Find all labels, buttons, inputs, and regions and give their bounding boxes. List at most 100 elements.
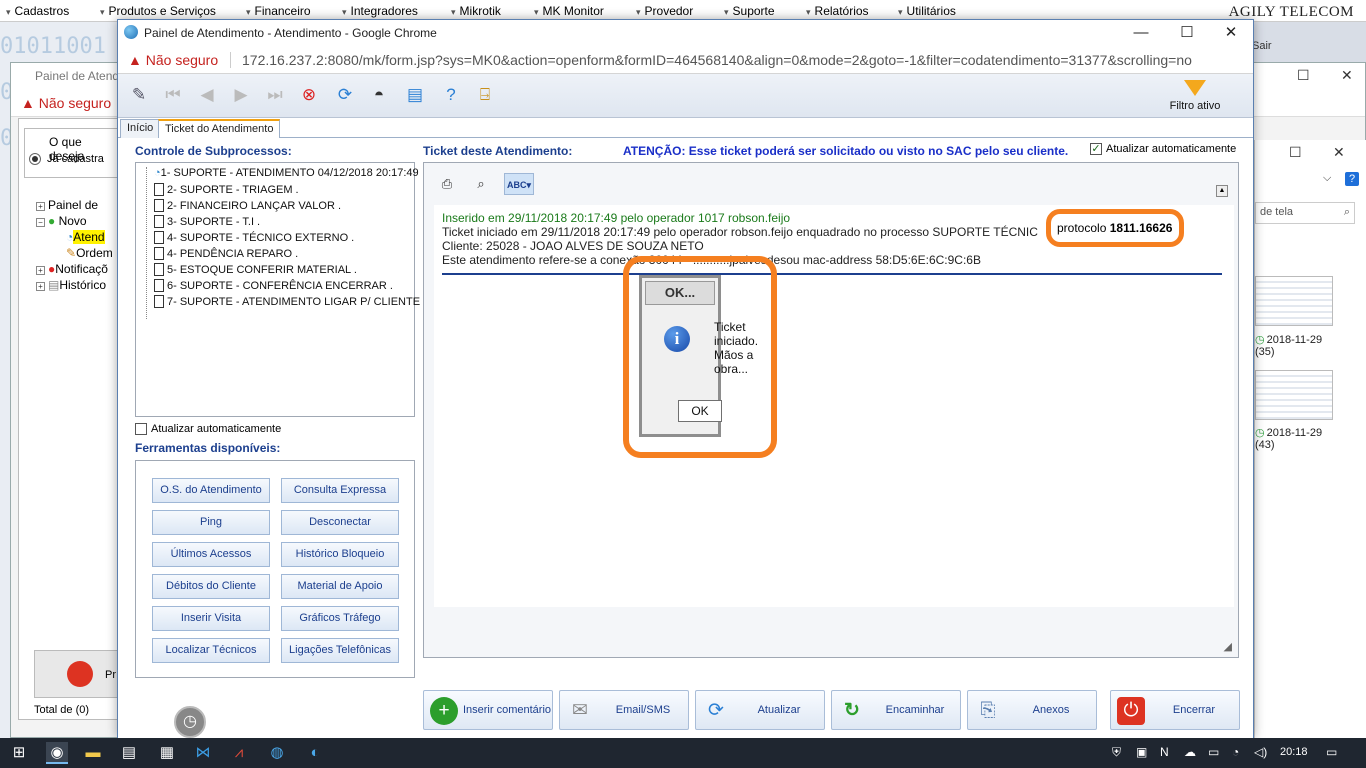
- calculator-icon[interactable]: ▦: [156, 742, 178, 764]
- atualizar-button[interactable]: ⟳ Atualizar: [695, 690, 825, 730]
- subprocess-item[interactable]: 3- SUPORTE - T.I .: [154, 215, 260, 228]
- app-icon[interactable]: ⩘: [228, 742, 250, 764]
- delete-icon[interactable]: ⊗: [296, 82, 322, 108]
- close-icon[interactable]: ✕: [1333, 144, 1345, 161]
- url-text[interactable]: 172.16.237.2:8080/mk/form.jsp?sys=MK0&ac…: [242, 52, 1192, 68]
- address-bar[interactable]: ▲ Não seguro 172.16.237.2:8080/mk/form.j…: [118, 46, 1253, 74]
- consulta-expressa-button[interactable]: Consulta Expressa: [281, 478, 399, 503]
- screenshot-thumbnail[interactable]: [1255, 276, 1333, 326]
- subprocess-item[interactable]: 5- ESTOQUE CONFERIR MATERIAL .: [154, 263, 357, 276]
- app-tray-icon[interactable]: N: [1160, 745, 1169, 759]
- ping-button[interactable]: Ping: [152, 510, 270, 535]
- collapse-icon[interactable]: −: [36, 218, 45, 227]
- minimize-icon[interactable]: —: [1118, 22, 1164, 44]
- maximize-icon[interactable]: ☐: [1164, 22, 1210, 44]
- auto-update-checkbox-left[interactable]: [135, 423, 147, 435]
- scroll-up-icon[interactable]: ▲: [1216, 185, 1228, 197]
- app-icon[interactable]: ◍: [266, 742, 288, 764]
- desconectar-button[interactable]: Desconectar: [281, 510, 399, 535]
- graficos-trafego-button[interactable]: Gráficos Tráfego: [281, 606, 399, 631]
- menu-mk-monitor[interactable]: MK Monitor: [534, 4, 604, 18]
- spy-hat-icon[interactable]: ◓: [366, 82, 392, 108]
- form-window-icon[interactable]: ▤: [402, 82, 428, 108]
- menu-cadastros[interactable]: Cadastros: [6, 4, 70, 18]
- print-icon[interactable]: ⎙: [436, 173, 458, 195]
- menu-mikrotik[interactable]: Mikrotik: [451, 4, 501, 18]
- screenshot-thumbnail[interactable]: [1255, 370, 1333, 420]
- material-apoio-button[interactable]: Material de Apoio: [281, 574, 399, 599]
- shield-icon[interactable]: ⛨: [1112, 745, 1121, 760]
- refresh-icon[interactable]: ⟳: [332, 82, 358, 108]
- battery-icon[interactable]: ▭: [1208, 745, 1219, 759]
- encaminhar-button[interactable]: ↻ Encaminhar: [831, 690, 961, 730]
- sair-link[interactable]: Sair: [1252, 40, 1272, 52]
- maximize-icon[interactable]: ☐: [1289, 144, 1302, 161]
- menu-integradores[interactable]: Integradores: [342, 4, 418, 18]
- tab-ticket-atendimento[interactable]: Ticket do Atendimento: [158, 119, 281, 139]
- encerrar-button[interactable]: ⏻ Encerrar: [1110, 690, 1240, 730]
- tree-atend[interactable]: ◔Atend: [66, 230, 105, 244]
- background-alarm-button[interactable]: Pr: [34, 650, 118, 698]
- tree-painel[interactable]: + Painel de: [36, 198, 98, 212]
- background-radio[interactable]: [29, 153, 41, 165]
- inserir-visita-button[interactable]: Inserir Visita: [152, 606, 270, 631]
- expand-icon[interactable]: +: [36, 202, 45, 211]
- ultimos-acessos-button[interactable]: Últimos Acessos: [152, 542, 270, 567]
- explorer-search-input[interactable]: de tela ⌕: [1255, 202, 1355, 224]
- menu-suporte[interactable]: Suporte: [724, 4, 775, 18]
- maximize-icon[interactable]: ☐: [1297, 67, 1310, 84]
- menu-utilitarios[interactable]: Utilitários: [898, 4, 956, 18]
- filter-active-button[interactable]: Filtro ativo: [1165, 76, 1225, 118]
- help-icon[interactable]: ?: [1345, 172, 1359, 186]
- tree-historico[interactable]: + ▤Histórico: [36, 278, 106, 292]
- close-icon[interactable]: ✕: [1341, 67, 1353, 84]
- app-icon[interactable]: ◐: [304, 742, 326, 764]
- exit-door-icon[interactable]: ⍈: [472, 82, 498, 108]
- preview-icon[interactable]: ⌕: [470, 173, 492, 195]
- email-sms-button[interactable]: ✉ Email/SMS: [559, 690, 689, 730]
- tree-novo[interactable]: − ● Novo: [36, 214, 87, 228]
- menu-relatorios[interactable]: Relatórios: [806, 4, 869, 18]
- volume-icon[interactable]: ◁): [1254, 745, 1267, 759]
- subprocess-item[interactable]: 4- PENDÊNCIA REPARO .: [154, 247, 298, 260]
- historico-bloqueio-button[interactable]: Histórico Bloqueio: [281, 542, 399, 567]
- expand-icon[interactable]: +: [36, 266, 45, 275]
- debitos-cliente-button[interactable]: Débitos do Cliente: [152, 574, 270, 599]
- app-tray-icon[interactable]: ▣: [1136, 745, 1147, 759]
- security-warning[interactable]: ▲ Não seguro: [128, 52, 218, 68]
- auto-update-checkbox-right[interactable]: ✓: [1090, 143, 1102, 155]
- subprocess-item[interactable]: 2- FINANCEIRO LANÇAR VALOR .: [154, 199, 341, 212]
- anexos-button[interactable]: ⎘ Anexos: [967, 690, 1097, 730]
- tree-notificacoes[interactable]: + ●Notificaçõ: [36, 262, 108, 276]
- edit-pencil-icon[interactable]: ✎: [126, 82, 152, 108]
- expand-icon[interactable]: +: [36, 282, 45, 291]
- inserir-comentario-button[interactable]: + Inserir comentário: [423, 690, 553, 730]
- subprocess-item[interactable]: 7- SUPORTE - ATENDIMENTO LIGAR P/ CLIENT…: [154, 295, 426, 308]
- localizar-tecnicos-button[interactable]: Localizar Técnicos: [152, 638, 270, 663]
- close-icon[interactable]: ✕: [1208, 22, 1254, 44]
- help-icon[interactable]: ?: [438, 82, 464, 108]
- subprocess-item[interactable]: 2- SUPORTE - TRIAGEM .: [154, 183, 299, 196]
- tab-inicio[interactable]: Início: [120, 119, 161, 138]
- subprocess-item[interactable]: 4- SUPORTE - TÉCNICO EXTERNO .: [154, 231, 354, 244]
- menu-provedor[interactable]: Provedor: [636, 4, 694, 18]
- vscode-icon[interactable]: ⋈: [192, 742, 214, 764]
- tree-ordem[interactable]: ✎Ordem: [66, 246, 113, 260]
- notepad-icon[interactable]: ▤: [118, 742, 140, 764]
- notifications-icon[interactable]: ▭: [1326, 745, 1337, 759]
- clock-time[interactable]: 20:18: [1280, 746, 1308, 758]
- menu-financeiro[interactable]: Financeiro: [246, 4, 311, 18]
- wifi-icon[interactable]: ◔: [1232, 745, 1239, 759]
- ticket-text-area[interactable]: Inserido em 29/11/2018 20:17:49 pelo ope…: [434, 205, 1234, 607]
- file-explorer-icon[interactable]: ▬: [82, 742, 104, 764]
- clock-history-icon[interactable]: ◷: [174, 706, 206, 738]
- os-atendimento-button[interactable]: O.S. do Atendimento: [152, 478, 270, 503]
- menu-produtos-servicos[interactable]: Produtos e Serviços: [100, 4, 216, 18]
- ligacoes-telefonicas-button[interactable]: Ligações Telefônicas: [281, 638, 399, 663]
- subprocess-item[interactable]: ◔1- SUPORTE - ATENDIMENTO 04/12/2018 20:…: [154, 167, 419, 179]
- cloud-icon[interactable]: ☁: [1184, 745, 1196, 759]
- chevron-down-icon[interactable]: ⌵: [1323, 172, 1331, 185]
- resize-grip-icon[interactable]: ◢: [1224, 640, 1232, 653]
- dialog-ok-button[interactable]: OK: [678, 400, 722, 422]
- subprocess-item[interactable]: 6- SUPORTE - CONFERÊNCIA ENCERRAR .: [154, 279, 393, 292]
